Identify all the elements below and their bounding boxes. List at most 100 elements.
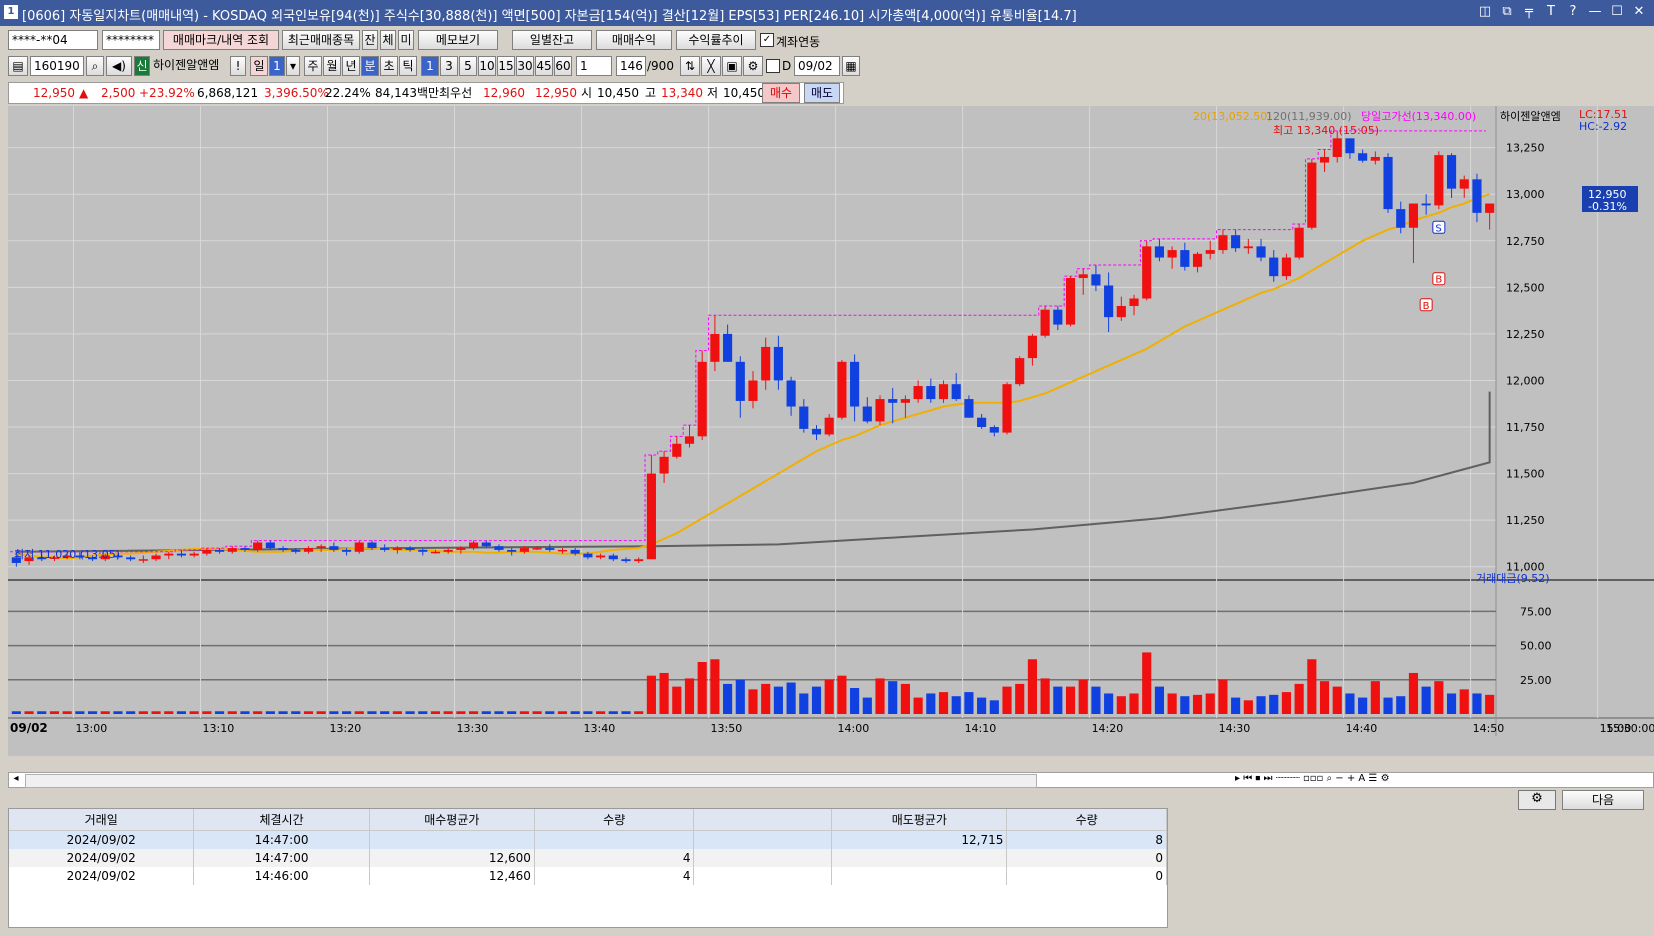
topmost-icon[interactable]: ╤ [1520, 3, 1538, 21]
period-second-button[interactable]: 초 [380, 56, 398, 76]
scroll-thumb[interactable] [25, 774, 1037, 788]
minute-10-button[interactable]: 10 [478, 56, 496, 76]
sell-button[interactable]: 매도 [804, 83, 840, 103]
date-input[interactable]: 09/02 [794, 56, 840, 76]
minute-5-button[interactable]: 5 [459, 56, 477, 76]
volume-bar [1218, 679, 1228, 714]
pin-icon[interactable]: ◫ [1476, 3, 1494, 21]
gear-icon[interactable]: ⚙ [743, 56, 763, 76]
period-month-button[interactable]: 월 [323, 56, 341, 76]
trade-profit-button[interactable]: 매매수익 [596, 30, 672, 50]
date-checkbox[interactable] [766, 59, 780, 73]
candle-body [303, 548, 314, 552]
next-button[interactable]: 다음 [1562, 790, 1644, 810]
time-tick-label: 13:40 [584, 722, 616, 735]
volume-bar [507, 711, 517, 714]
maximize-icon[interactable]: ☐ [1608, 3, 1626, 21]
candle-body [989, 427, 999, 433]
minute-60-button[interactable]: 60 [554, 56, 572, 76]
date-axis-label: 09/02 [10, 721, 48, 735]
volume-bar [202, 711, 212, 714]
account-link-checkbox[interactable]: ✓ [760, 33, 774, 47]
chart-svg[interactable]: B B S 13,250 13,000 12,750 12,500 12,250 12,000… [8, 106, 1654, 756]
candle-body [494, 546, 504, 550]
volume-bar [1205, 693, 1215, 714]
cell-time: 14:47:00 [193, 830, 370, 849]
password-field[interactable]: ******** [102, 30, 160, 50]
current-price: 12,950 [33, 86, 75, 100]
account-link-label: 계좌연동 [776, 35, 821, 49]
price-chart[interactable]: B B S 13,250 13,000 12,750 12,500 12,250 12,000… [8, 106, 1654, 756]
layout-icon[interactable]: ▤ [8, 56, 28, 76]
volume-bar [214, 711, 225, 714]
stock-code-input[interactable]: 160190 [30, 56, 84, 76]
gear-icon[interactable]: ⚙ [1518, 790, 1556, 810]
candle-body [443, 549, 453, 552]
data-count-input[interactable]: 146 [616, 56, 646, 76]
best-label: 최우선 [439, 86, 473, 100]
minimize-icon[interactable]: — [1586, 3, 1604, 21]
alert-button[interactable]: ! [230, 56, 246, 76]
minute-3-button[interactable]: 3 [440, 56, 458, 76]
calendar-icon[interactable]: ▦ [842, 56, 860, 76]
close-icon[interactable]: ✕ [1630, 3, 1648, 21]
candle-body [710, 333, 720, 362]
balance-button[interactable]: 잔 [362, 30, 378, 50]
interval-select[interactable]: 1 [576, 56, 612, 76]
period-tick-button[interactable]: 틱 [399, 56, 417, 76]
candle-body [380, 548, 390, 550]
period-day-count[interactable]: 1 [269, 56, 285, 76]
restore-icon[interactable]: ⧉ [1498, 3, 1516, 21]
volume-bar [583, 711, 593, 714]
candle-body [1446, 155, 1457, 189]
account-select[interactable]: ****-**04 [8, 30, 98, 50]
time-tick-label: 14:20 [1092, 722, 1124, 735]
candle-body [342, 549, 352, 552]
candle-body [1408, 203, 1419, 228]
table-row[interactable]: 2024/09/02 14:46:00 12,460 4 0 [9, 867, 1167, 885]
minute-30-button[interactable]: 30 [516, 56, 534, 76]
candle-body [913, 386, 923, 400]
time-tick-label: 13:00 [76, 722, 108, 735]
unexecuted-button[interactable]: 미 [398, 30, 414, 50]
cell-sell-qty: 8 [1006, 830, 1167, 849]
volume-bar [710, 659, 720, 714]
cell-buy-avg: 12,460 [369, 867, 535, 885]
period-week-button[interactable]: 주 [304, 56, 322, 76]
font-icon[interactable]: T [1542, 3, 1560, 21]
help-icon[interactable]: ? [1564, 3, 1582, 21]
save-icon[interactable]: ▣ [722, 56, 742, 76]
volume-bar [265, 711, 275, 714]
candle-body [1218, 235, 1228, 251]
draw-icon[interactable]: ╳ [701, 56, 721, 76]
table-row[interactable]: 2024/09/02 14:47:00 12,715 8 [9, 830, 1167, 849]
playback-controls[interactable]: ▸ ⏮ ⏹ ⏭ ┈┈┈┈ ▫▫▫ ⌕ − + A ☰ ⚙ [1235, 773, 1390, 784]
minute-1-button[interactable]: 1 [421, 56, 439, 76]
cell-date: 2024/09/02 [9, 849, 195, 867]
daily-balance-button[interactable]: 일별잔고 [512, 30, 592, 50]
volume-bar [888, 681, 898, 714]
scroll-left-icon[interactable]: ◂ [9, 773, 23, 787]
time-tick-label: 13:20 [330, 722, 362, 735]
chart-scrollbar[interactable]: ◂ ▸ ⏮ ⏹ ⏭ ┈┈┈┈ ▫▫▫ ⌕ − + A ☰ ⚙ [8, 772, 1654, 788]
executed-button[interactable]: 체 [380, 30, 396, 50]
indicator-icon[interactable]: ⇅ [680, 56, 700, 76]
period-day-button[interactable]: 일 [250, 56, 268, 76]
buy-button[interactable]: 매수 [762, 83, 800, 103]
memo-button[interactable]: 메모보기 [418, 30, 498, 50]
table-row[interactable]: 2024/09/02 14:47:00 12,600 4 0 [9, 849, 1167, 867]
header-buy-avg: 매수평균가 [369, 809, 535, 831]
volume-bar [253, 711, 263, 714]
speaker-icon[interactable]: ◀) [106, 56, 132, 76]
search-icon[interactable]: ⌕ [86, 56, 104, 76]
recent-trades-button[interactable]: 최근매매종목 [282, 30, 360, 50]
minute-45-button[interactable]: 45 [535, 56, 553, 76]
volume-bar [875, 678, 885, 714]
trade-mark-button[interactable]: 매매마크/내역 조회 [163, 30, 279, 50]
period-minute-button[interactable]: 분 [361, 56, 379, 76]
period-day-dropdown[interactable]: ▾ [286, 56, 300, 76]
minute-15-button[interactable]: 15 [497, 56, 515, 76]
period-year-button[interactable]: 년 [342, 56, 360, 76]
candle-body [545, 548, 555, 550]
return-trend-button[interactable]: 수익률추이 [676, 30, 756, 50]
